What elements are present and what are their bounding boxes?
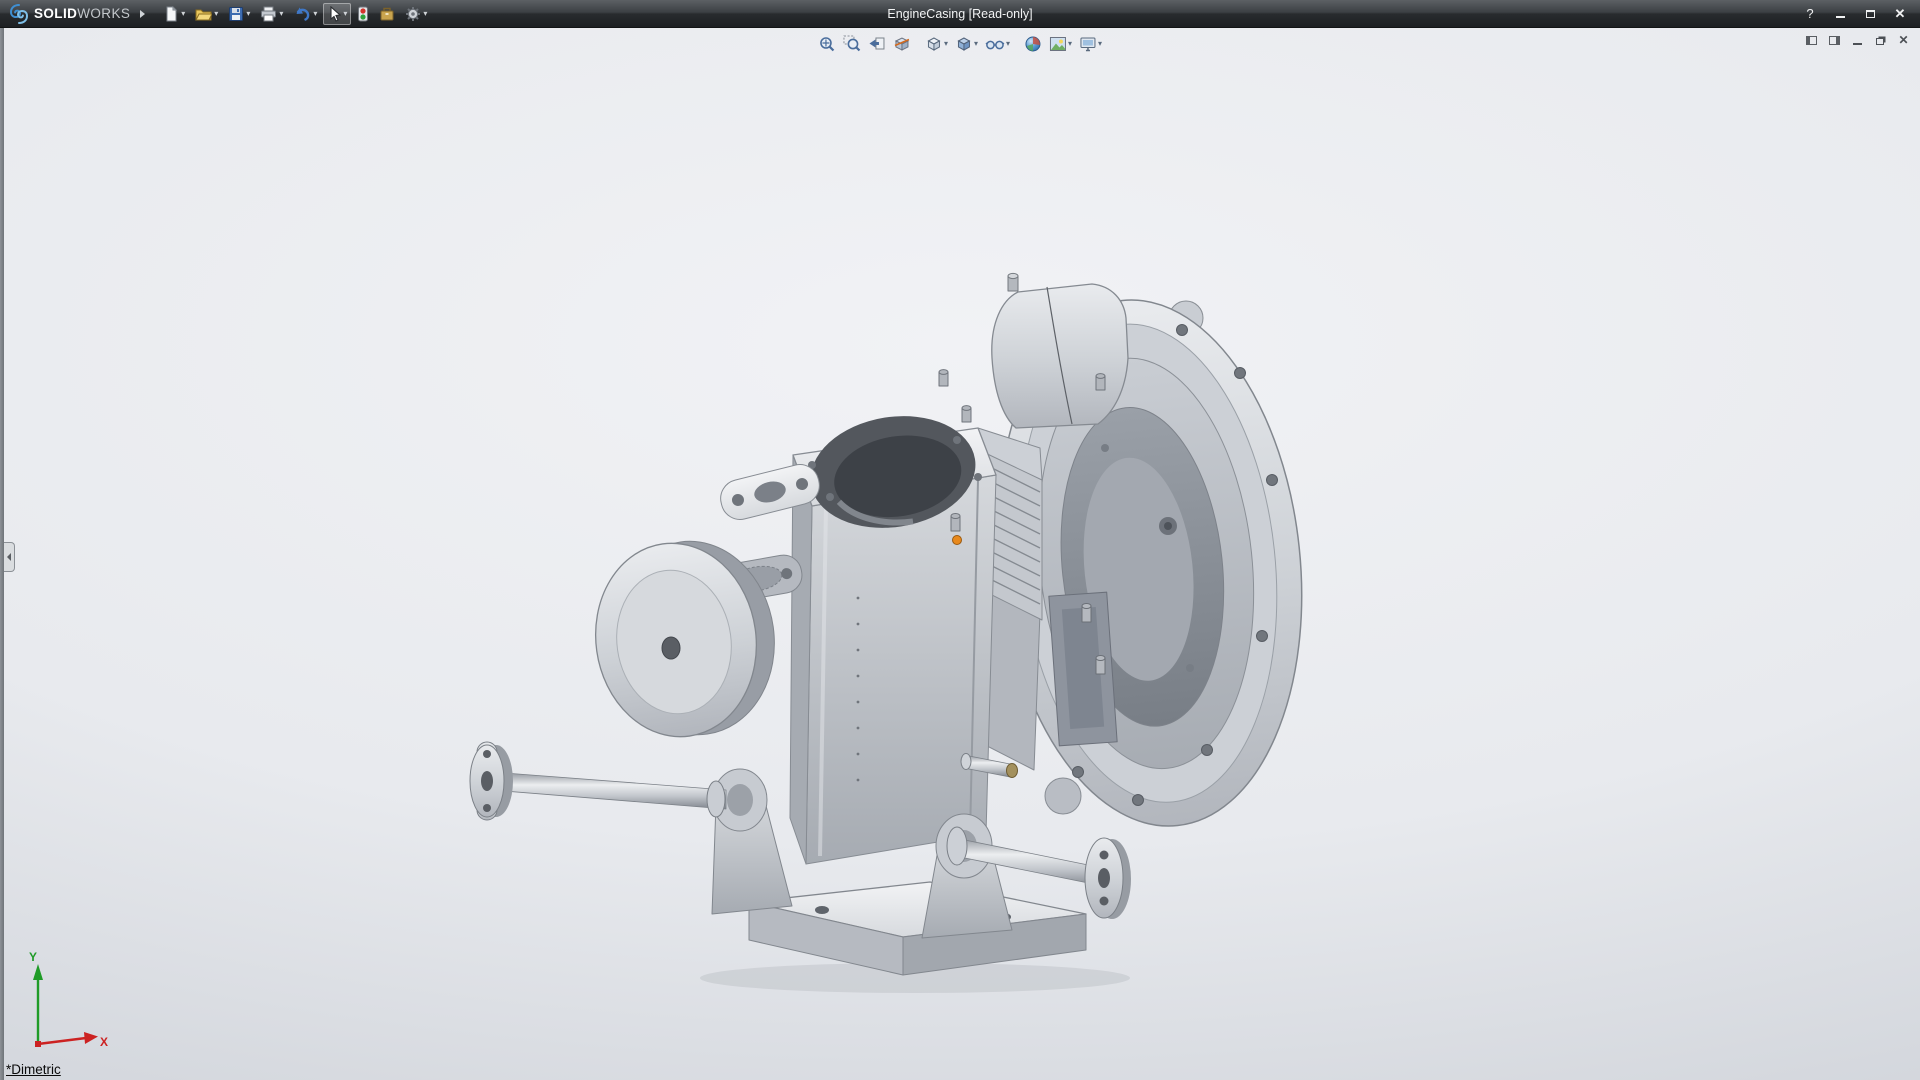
new-dropdown-caret-icon[interactable]: ▾ xyxy=(181,10,185,18)
featuremanager-collapsed-tab[interactable] xyxy=(4,542,15,572)
undo-dropdown-caret-icon[interactable]: ▾ xyxy=(313,10,317,18)
minimize-icon xyxy=(1836,15,1845,18)
brand-works: WORKS xyxy=(77,6,130,21)
minimize-document-button[interactable] xyxy=(1849,32,1866,48)
print-dropdown-caret-icon[interactable]: ▾ xyxy=(279,10,283,18)
apply-scene-icon xyxy=(1049,35,1067,53)
brand-solid: SOLID xyxy=(34,6,77,21)
select-button[interactable]: ▾ xyxy=(323,3,351,25)
restore-document-button[interactable] xyxy=(1872,32,1889,48)
zoom-to-fit-icon xyxy=(818,35,836,53)
undo-icon xyxy=(293,6,311,22)
x-axis-arrow-icon xyxy=(84,1032,98,1044)
document-title: EngineCasing [Read-only] xyxy=(0,7,1920,21)
pane-right-icon xyxy=(1829,36,1840,45)
save-icon xyxy=(228,6,244,22)
y-axis-arrow-icon xyxy=(33,964,43,980)
expand-panel-arrow-icon xyxy=(7,553,11,561)
close-button[interactable]: ✕ xyxy=(1892,6,1908,22)
view-orientation-button[interactable]: ▾ xyxy=(922,32,951,56)
engine-casing-model[interactable] xyxy=(0,28,1920,1080)
hide-show-caret-icon[interactable]: ▾ xyxy=(1006,40,1010,48)
file-properties-button[interactable] xyxy=(375,3,399,25)
save-button[interactable]: ▾ xyxy=(224,3,254,25)
new-document-button[interactable]: ▾ xyxy=(160,3,189,25)
restore-document-icon xyxy=(1876,38,1884,45)
save-dropdown-caret-icon[interactable]: ▾ xyxy=(246,10,250,18)
view-settings-icon xyxy=(1079,35,1097,53)
solidworks-swirl-icon xyxy=(9,4,29,24)
hide-show-items-button[interactable]: ▾ xyxy=(982,32,1013,56)
open-document-button[interactable]: ▾ xyxy=(191,3,222,25)
section-view-icon xyxy=(893,35,911,53)
apply-scene-caret-icon[interactable]: ▾ xyxy=(1068,40,1072,48)
solidworks-window: SOLIDWORKS ▾ ▾ ▾ ▾ ▾ ▾ xyxy=(0,0,1920,1080)
file-properties-icon xyxy=(379,6,395,22)
open-document-icon xyxy=(195,6,212,22)
document-window-controls: ✕ xyxy=(1803,32,1912,48)
view-orientation-label: *Dimetric xyxy=(6,1062,61,1077)
section-view-button[interactable] xyxy=(890,32,914,56)
hide-show-glasses-icon xyxy=(985,35,1005,53)
display-style-icon xyxy=(955,35,973,53)
apply-scene-button[interactable]: ▾ xyxy=(1046,32,1075,56)
open-dropdown-caret-icon[interactable]: ▾ xyxy=(214,10,218,18)
display-style-button[interactable]: ▾ xyxy=(952,32,981,56)
zoom-to-area-button[interactable] xyxy=(840,32,864,56)
reference-triad[interactable]: Y X xyxy=(14,948,114,1058)
view-orientation-cube-icon xyxy=(925,35,943,53)
close-icon: ✕ xyxy=(1895,7,1906,20)
graphics-area[interactable]: ▾ ▾ ▾ ▾ ▾ xyxy=(0,28,1920,1080)
previous-view-button[interactable] xyxy=(865,32,889,56)
print-button[interactable]: ▾ xyxy=(256,3,287,25)
rebuild-button[interactable] xyxy=(353,3,373,25)
heads-up-view-toolbar: ▾ ▾ ▾ ▾ ▾ xyxy=(815,32,1105,56)
app-logo[interactable]: SOLIDWORKS xyxy=(0,4,136,24)
maximize-icon xyxy=(1866,10,1875,18)
pane-left-icon xyxy=(1806,36,1817,45)
zoom-to-area-icon xyxy=(843,35,861,53)
close-document-button[interactable]: ✕ xyxy=(1895,32,1912,48)
pane-left-button[interactable] xyxy=(1803,32,1820,48)
close-document-icon: ✕ xyxy=(1898,33,1908,47)
view-orientation-caret-icon[interactable]: ▾ xyxy=(944,40,948,48)
previous-view-icon xyxy=(868,35,886,53)
triad-origin xyxy=(35,1041,41,1047)
print-icon xyxy=(260,6,277,22)
options-gear-icon xyxy=(405,6,421,22)
pane-right-button[interactable] xyxy=(1826,32,1843,48)
undo-button[interactable]: ▾ xyxy=(289,3,321,25)
zoom-to-fit-button[interactable] xyxy=(815,32,839,56)
window-controls: ? ✕ xyxy=(1802,6,1920,22)
y-axis-label: Y xyxy=(29,950,37,964)
rebuild-traffic-light-icon xyxy=(357,6,369,22)
select-cursor-icon xyxy=(327,6,341,22)
menu-flyout-arrow-icon[interactable] xyxy=(140,10,145,18)
view-settings-caret-icon[interactable]: ▾ xyxy=(1098,40,1102,48)
minimize-document-icon xyxy=(1853,43,1862,45)
options-dropdown-caret-icon[interactable]: ▾ xyxy=(423,10,427,18)
edit-appearance-sphere-icon xyxy=(1024,35,1042,53)
display-style-caret-icon[interactable]: ▾ xyxy=(974,40,978,48)
minimize-button[interactable] xyxy=(1832,6,1848,22)
brand-text: SOLIDWORKS xyxy=(34,6,130,21)
view-settings-button[interactable]: ▾ xyxy=(1076,32,1105,56)
maximize-button[interactable] xyxy=(1862,6,1878,22)
x-axis-label: X xyxy=(100,1035,108,1049)
select-dropdown-caret-icon[interactable]: ▾ xyxy=(343,10,347,18)
help-button[interactable]: ? xyxy=(1802,6,1818,22)
title-bar: SOLIDWORKS ▾ ▾ ▾ ▾ ▾ ▾ xyxy=(0,0,1920,28)
edit-appearance-button[interactable] xyxy=(1021,32,1045,56)
new-document-icon xyxy=(164,6,179,22)
options-button[interactable]: ▾ xyxy=(401,3,431,25)
